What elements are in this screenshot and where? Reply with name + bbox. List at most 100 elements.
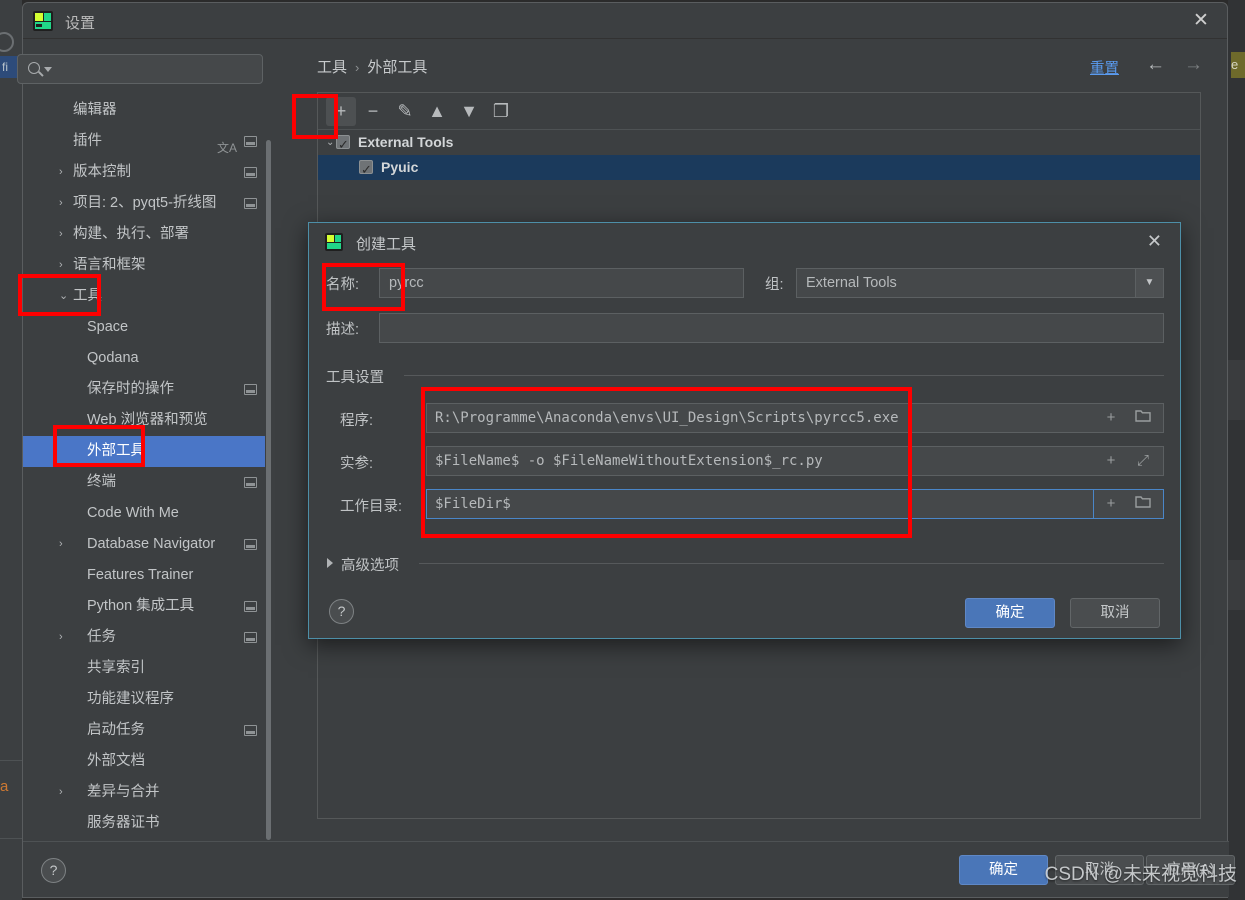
tool-checkbox[interactable] <box>359 157 373 182</box>
sidebar-item-23[interactable]: 服务器证书 <box>23 808 265 839</box>
sidebar-item-2[interactable]: › 版本控制 <box>23 157 265 188</box>
insert-macro-icon[interactable]: + <box>1096 490 1126 518</box>
help-button[interactable]: ? <box>41 858 66 883</box>
workdir-field[interactable]: $FileDir$ <box>426 489 1094 519</box>
ok-button[interactable]: 确定 <box>959 855 1048 885</box>
sidebar-item-9[interactable]: 保存时的操作 <box>23 374 265 405</box>
project-scope-icon <box>244 725 257 736</box>
insert-macro-icon[interactable]: + <box>1096 404 1126 432</box>
reset-link[interactable]: 重置 <box>1090 57 1119 78</box>
sidebar-item-label: Web 浏览器和预览 <box>87 412 208 428</box>
sidebar-item-12[interactable]: 终端 <box>23 467 265 498</box>
sidebar-item-21[interactable]: 外部文档 <box>23 746 265 777</box>
nav-forward-icon[interactable]: → <box>1184 54 1203 76</box>
sidebar-item-11[interactable]: 外部工具 <box>23 436 265 467</box>
screenshot-root: fi a e 设置 ✕ 编辑器 插件 文A › 版本控制 › 项目: 2、pyqt5-折线图… <box>0 0 1245 900</box>
dialog-help-button[interactable]: ? <box>329 599 354 624</box>
sidebar-item-18[interactable]: 共享索引 <box>23 653 265 684</box>
tool-label: External Tools <box>358 134 454 150</box>
background-right-char: e <box>1231 52 1245 78</box>
sidebar-item-22[interactable]: › 差异与合并 <box>23 777 265 808</box>
sidebar-item-6[interactable]: ⌄ 工具 <box>23 281 265 312</box>
sidebar-item-label: 共享索引 <box>87 660 145 676</box>
insert-macro-icon[interactable]: + <box>1096 447 1126 475</box>
sidebar-item-10[interactable]: Web 浏览器和预览 <box>23 405 265 436</box>
chevron-right-icon[interactable]: › <box>59 219 71 250</box>
project-scope-icon <box>244 477 257 488</box>
create-tool-dialog: 创建工具 ✕ 名称: pyrcc 组: External Tools ▼ 描述:… <box>308 222 1181 639</box>
move-up-button[interactable]: ▲ <box>422 97 452 126</box>
background-ide-left-strip <box>0 0 22 900</box>
chevron-right-icon[interactable]: › <box>59 250 71 281</box>
chevron-down-icon[interactable]: ⌄ <box>326 130 334 155</box>
program-field[interactable]: R:\Programme\Anaconda\envs\UI_Design\Scr… <box>426 403 1094 433</box>
program-field-buttons: + <box>1094 403 1164 433</box>
sidebar-item-label: Space <box>87 319 129 335</box>
sidebar-item-1[interactable]: 插件 文A <box>23 126 265 157</box>
chevron-right-icon[interactable]: › <box>59 622 71 653</box>
sidebar-item-20[interactable]: 启动任务 <box>23 715 265 746</box>
sidebar-item-8[interactable]: Qodana <box>23 343 265 374</box>
chevron-right-icon <box>327 558 333 568</box>
tools-tree-row[interactable]: ⌄ External Tools <box>318 130 1200 157</box>
sidebar-item-16[interactable]: Python 集成工具 <box>23 591 265 622</box>
sidebar-item-5[interactable]: › 语言和框架 <box>23 250 265 281</box>
tools-tree-row[interactable]: Pyuic <box>318 155 1200 182</box>
sidebar-item-0[interactable]: 编辑器 <box>23 95 265 126</box>
name-field[interactable]: pyrcc <box>379 268 744 298</box>
dialog-close-icon[interactable]: ✕ <box>1147 231 1162 252</box>
chevron-right-icon[interactable]: › <box>59 157 71 188</box>
nav-back-icon[interactable]: ← <box>1146 54 1165 76</box>
browse-folder-icon[interactable] <box>1128 490 1158 518</box>
edit-button[interactable]: ✎ <box>390 97 420 126</box>
browse-folder-icon[interactable] <box>1128 404 1158 432</box>
sidebar-item-label: 差异与合并 <box>87 784 160 800</box>
legend-divider <box>404 375 1164 376</box>
chevron-down-icon[interactable]: ⌄ <box>59 281 71 312</box>
dialog-cancel-button[interactable]: 取消 <box>1070 598 1160 628</box>
sidebar-item-14[interactable]: › Database Navigator <box>23 529 265 560</box>
sidebar-item-4[interactable]: › 构建、执行、部署 <box>23 219 265 250</box>
sidebar-item-3[interactable]: › 项目: 2、pyqt5-折线图 <box>23 188 265 219</box>
advanced-options-toggle[interactable]: 高级选项 <box>327 554 399 575</box>
chevron-right-icon[interactable]: › <box>59 188 71 219</box>
sidebar-scrollbar[interactable] <box>266 140 271 840</box>
breadcrumb-parent[interactable]: 工具 <box>317 59 347 76</box>
sidebar-item-label: 工具 <box>73 288 102 304</box>
chevron-down-icon[interactable]: ▼ <box>1135 269 1163 297</box>
add-button[interactable]: + <box>326 97 356 126</box>
copy-button[interactable]: ❐ <box>486 97 516 126</box>
arguments-field[interactable]: $FileName$ -o $FileNameWithoutExtension$… <box>426 446 1094 476</box>
close-icon[interactable]: ✕ <box>1187 9 1215 33</box>
description-field[interactable] <box>379 313 1164 343</box>
group-combobox[interactable]: External Tools ▼ <box>796 268 1164 298</box>
dialog-title: 创建工具 <box>356 236 417 253</box>
search-input[interactable] <box>17 54 263 84</box>
window-titlebar: 设置 ✕ <box>23 3 1227 39</box>
sidebar-item-15[interactable]: Features Trainer <box>23 560 265 591</box>
dialog-ok-button[interactable]: 确定 <box>965 598 1055 628</box>
sidebar-item-13[interactable]: Code With Me <box>23 498 265 529</box>
background-divider-bottom <box>0 838 22 839</box>
sidebar-item-label: Code With Me <box>87 505 179 521</box>
sidebar-item-19[interactable]: 功能建议程序 <box>23 684 265 715</box>
dialog-pycharm-icon <box>325 233 343 251</box>
remove-button[interactable]: − <box>358 97 388 126</box>
window-title: 设置 <box>65 15 96 32</box>
workdir-field-row: $FileDir$ + <box>426 489 1164 519</box>
chevron-right-icon[interactable]: › <box>59 529 71 560</box>
expand-editor-icon[interactable]: ⤢ <box>1128 447 1158 475</box>
move-down-button[interactable]: ▼ <box>454 97 484 126</box>
project-scope-icon <box>244 384 257 395</box>
sidebar-item-7[interactable]: Space <box>23 312 265 343</box>
sidebar-item-label: 构建、执行、部署 <box>73 226 189 242</box>
program-field-row: R:\Programme\Anaconda\envs\UI_Design\Scr… <box>426 403 1164 433</box>
workdir-field-buttons: + <box>1094 489 1164 519</box>
background-right-block-2 <box>1228 560 1245 610</box>
search-icon-handle <box>38 71 44 77</box>
advanced-options-label: 高级选项 <box>341 558 399 574</box>
tool-checkbox[interactable] <box>336 132 350 157</box>
sidebar-item-17[interactable]: › 任务 <box>23 622 265 653</box>
chevron-right-icon[interactable]: › <box>59 777 71 808</box>
tool-settings-legend: 工具设置 <box>326 366 391 387</box>
